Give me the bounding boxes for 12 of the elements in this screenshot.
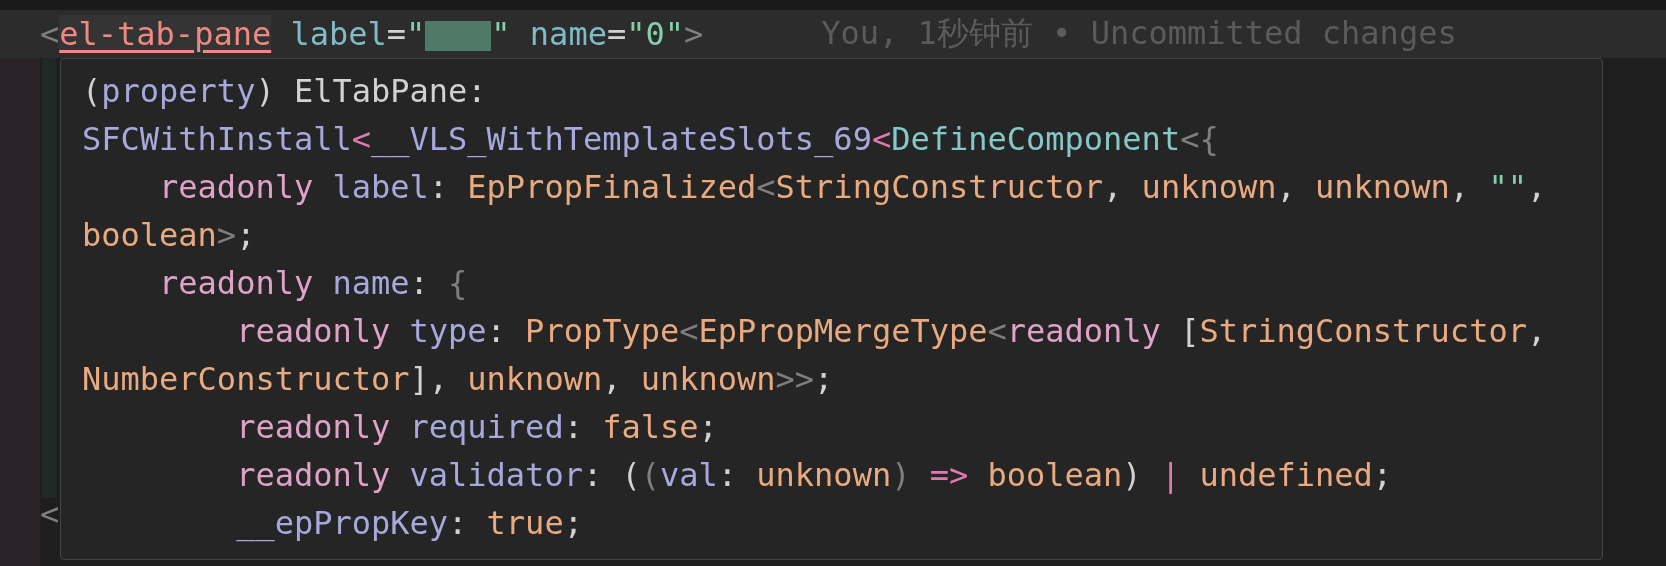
code-line: readonly required: false; [235, 407, 719, 448]
code-line: (property) ElTabPane: [82, 71, 488, 112]
code-line: <el-tab-pane label=" " name="0"> [40, 14, 704, 55]
code-line: readonly validator: ((val: unknown) => boolean) | undefined; [235, 455, 1394, 496]
code-line: readonly type: PropType<EpPropMergeType<readonly [StringConstructor, [235, 311, 1548, 352]
code-line: < [40, 494, 60, 535]
code-line: readonly label: EpPropFinalized<StringConstructor, unknown, unknown, "", [158, 167, 1548, 208]
code-line: boolean>; [82, 215, 257, 256]
code-line: __epPropKey: true; [235, 503, 584, 544]
code-line: readonly name: { [158, 263, 469, 304]
code-line: SFCWithInstall<__VLS_WithTemplateSlots_69<DefineComponent<{ [82, 119, 1220, 160]
code-line: NumberConstructor], unknown, unknown>>; [82, 359, 835, 400]
